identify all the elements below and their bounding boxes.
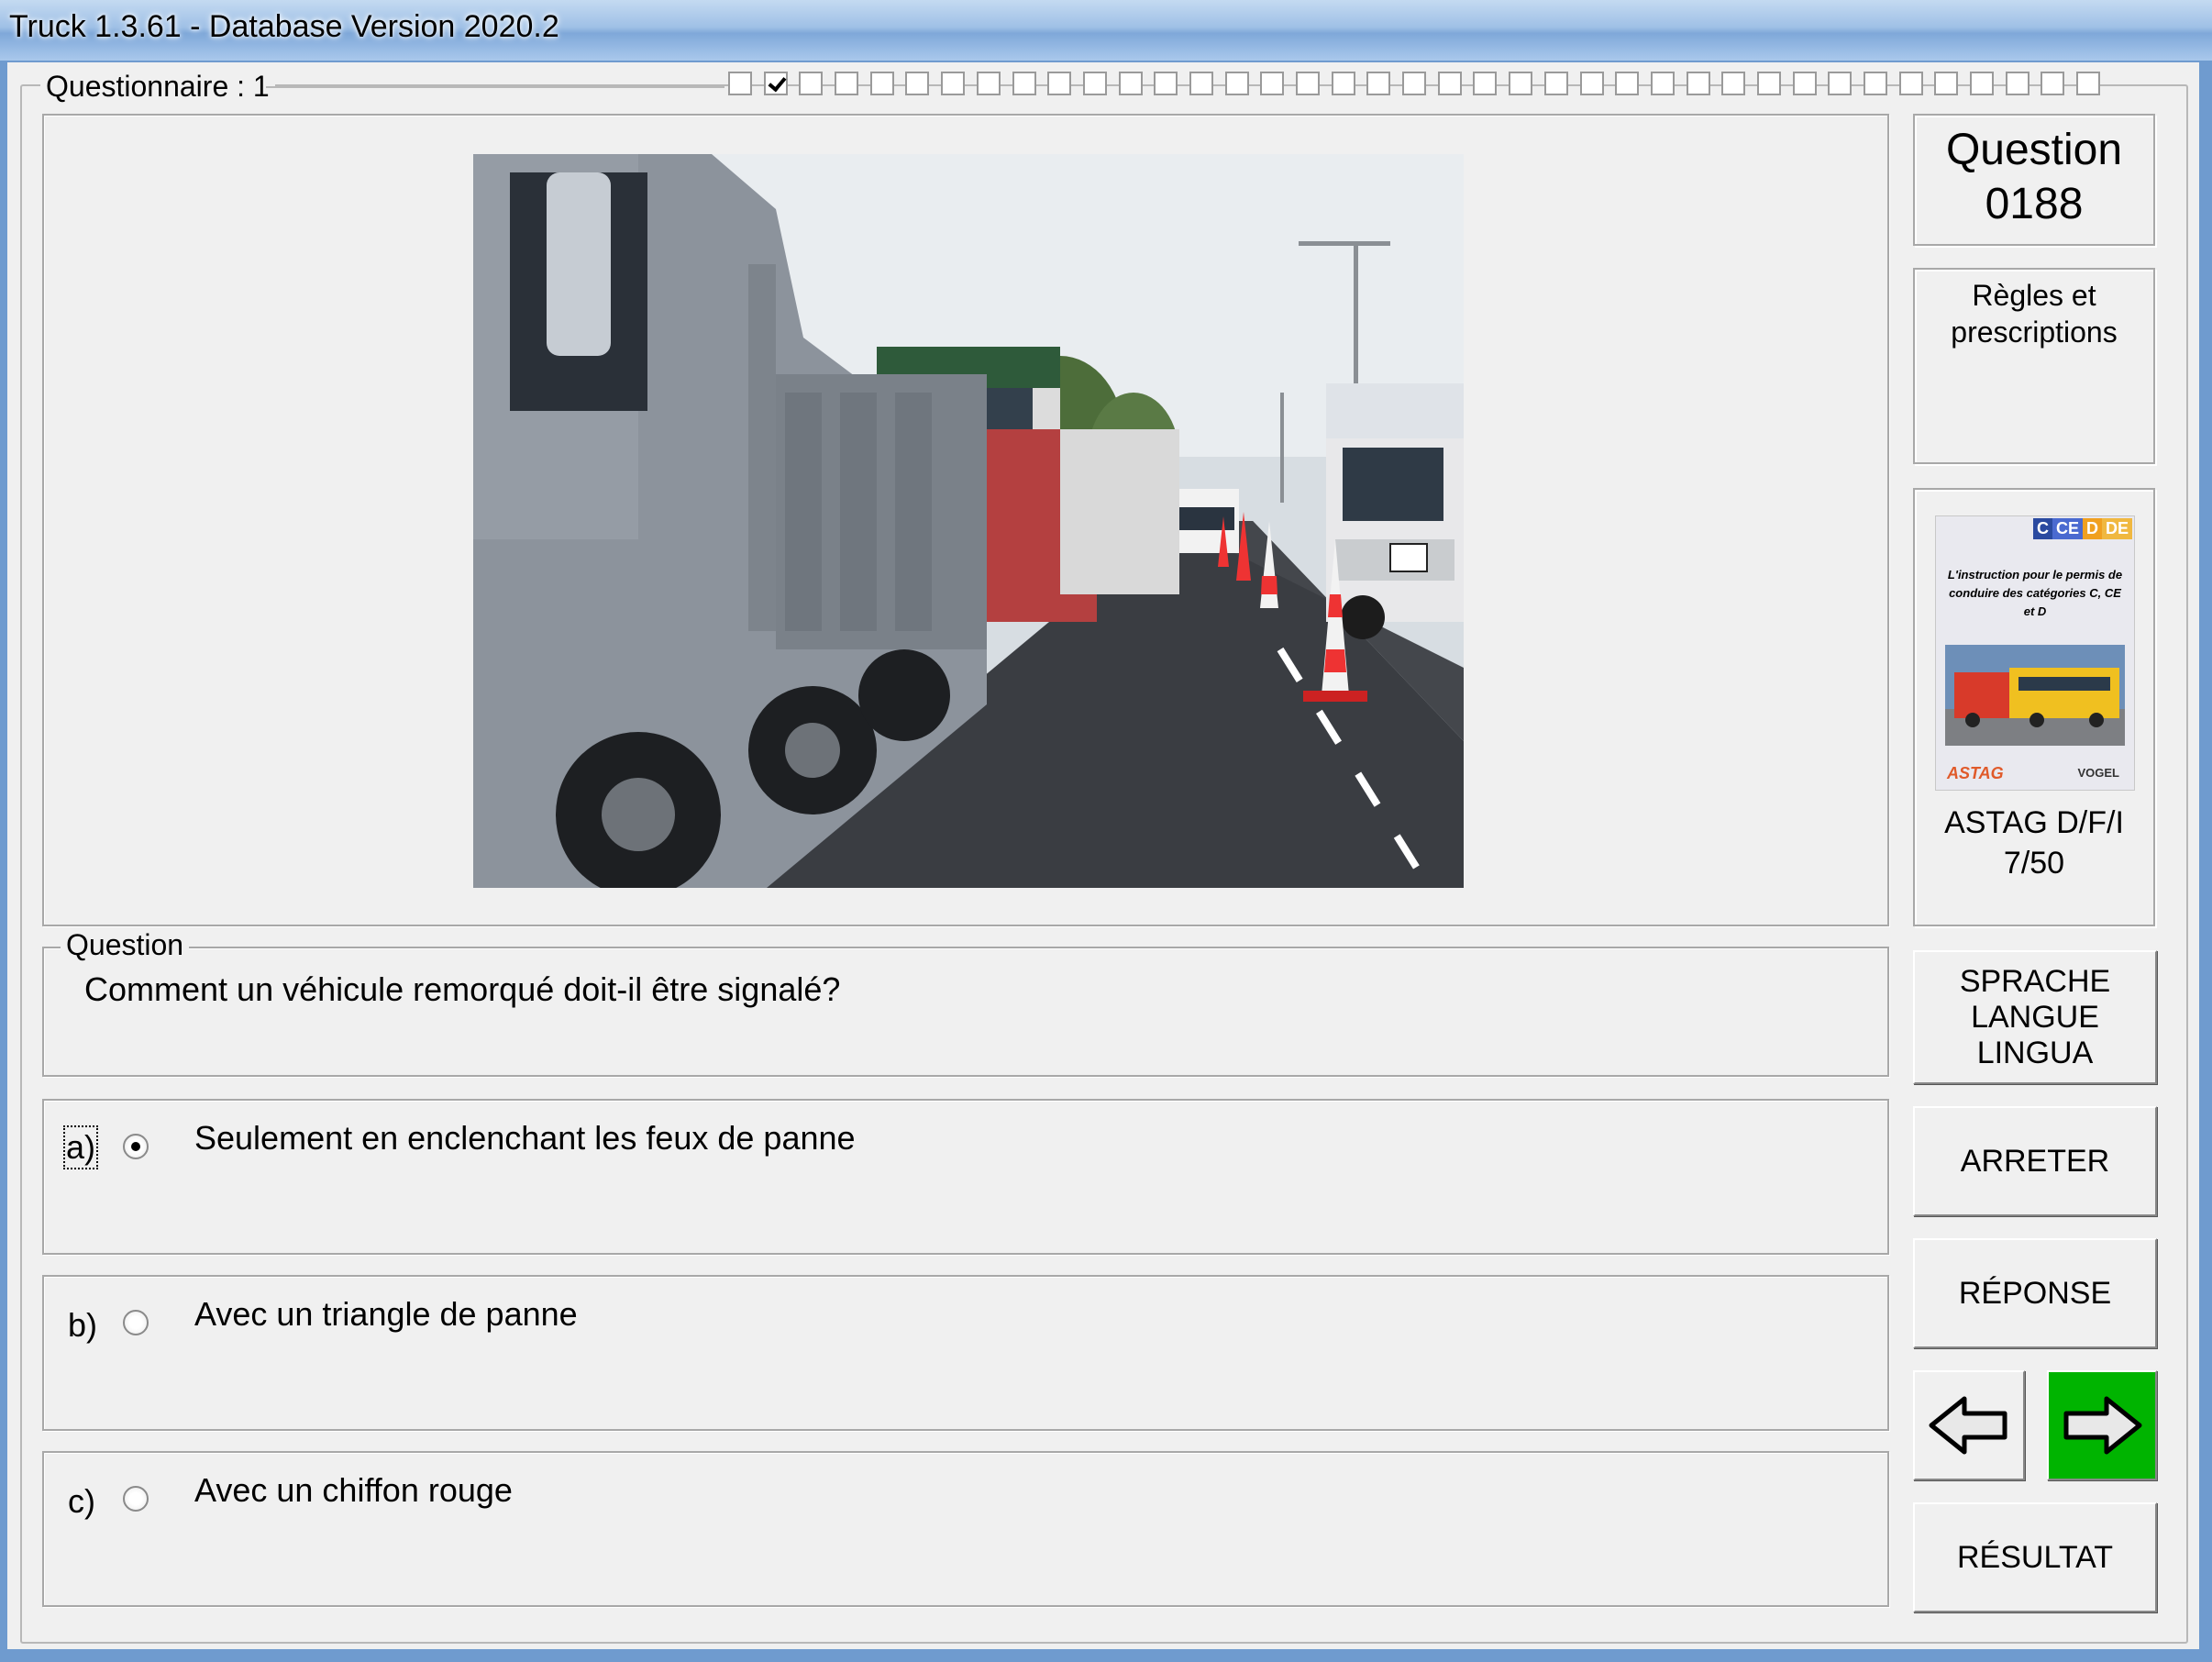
question-box-label: Question [61, 928, 190, 962]
book-bus-illustration [1945, 645, 2125, 746]
progress-checkbox [1189, 72, 1213, 95]
progress-checkbox [1543, 72, 1568, 95]
progress-checkbox [1721, 72, 1746, 95]
answer-c-text[interactable]: Avec un chiffon rouge [194, 1471, 513, 1510]
question-box [42, 947, 1889, 1077]
progress-checkbox [1579, 72, 1604, 95]
progress-checkbox [1047, 72, 1072, 95]
book-badge-de: DE [2101, 518, 2132, 539]
progress-checkbox [1082, 72, 1107, 95]
stop-button[interactable]: ARRETER [1913, 1106, 2157, 1216]
source-page: 7/50 [2003, 846, 2065, 881]
progress-checkbox [1898, 72, 1923, 95]
progress-checkbox [941, 72, 966, 95]
book-badge-c: C [2032, 518, 2052, 539]
question-number-box: Question 0188 [1913, 114, 2155, 246]
answer-a-letter[interactable]: a) [62, 1125, 99, 1169]
progress-checkbox [1934, 72, 1959, 95]
progress-checkbox [1473, 72, 1498, 95]
progress-checkbox [1402, 72, 1427, 95]
progress-checkbox [1437, 72, 1462, 95]
language-button[interactable]: SPRACHE LANGUE LINGUA [1913, 950, 2157, 1084]
progress-checkbox [1509, 72, 1533, 95]
window-title: Truck 1.3.61 - Database Version 2020.2 [9, 9, 559, 44]
book-badge-ce: CE [2052, 518, 2083, 539]
previous-button[interactable] [1913, 1370, 2025, 1480]
answer-a-text[interactable]: Seulement en enclenchant les feux de pan… [194, 1119, 856, 1158]
book-publisher-logo: ASTAG [1947, 764, 2004, 782]
answer-b-radio[interactable] [123, 1310, 149, 1335]
progress-checkbox [1828, 72, 1853, 95]
progress-checkbox [2041, 72, 2065, 95]
progress-checkbox [1615, 72, 1640, 95]
question-number: 0188 [1985, 180, 2084, 228]
progress-checkbox [869, 72, 894, 95]
questionnaire-label: Questionnaire : 1 [40, 70, 275, 104]
title-bar[interactable]: Truck 1.3.61 - Database Version 2020.2 [0, 0, 2212, 61]
progress-checkbox [2076, 72, 2101, 95]
progress-checkbox [835, 72, 859, 95]
answer-button[interactable]: RÉPONSE [1913, 1238, 2157, 1348]
category-label: Règles et prescriptions [1951, 279, 2118, 349]
progress-checkbox [1296, 72, 1320, 95]
progress-checkbox [1864, 72, 1887, 95]
progress-checkbox [1650, 72, 1675, 95]
answer-c-radio[interactable] [123, 1486, 149, 1512]
progress-checkbox [1012, 72, 1036, 95]
progress-checkbox [1792, 72, 1817, 95]
question-title: Question [1945, 126, 2123, 174]
progress-checkbox [2005, 72, 2030, 95]
progress-checkbox [728, 72, 752, 95]
progress-checkbox [1118, 72, 1143, 95]
arrow-left-icon [1929, 1396, 2007, 1455]
question-photo [473, 154, 1464, 888]
progress-checkbox [1224, 72, 1249, 95]
progress-checkbox [1366, 72, 1391, 95]
result-button[interactable]: RÉSULTAT [1913, 1502, 2157, 1612]
answer-b-text[interactable]: Avec un triangle de panne [194, 1295, 578, 1334]
progress-checkbox [1970, 72, 1995, 95]
arrow-right-icon [2063, 1396, 2142, 1455]
group-divider [266, 86, 724, 88]
next-button[interactable] [2047, 1370, 2157, 1480]
progress-checkbox [1686, 72, 1710, 95]
book-description: L'instruction pour le permis de conduire… [1947, 568, 2123, 618]
answer-b-letter[interactable]: b) [68, 1306, 97, 1345]
question-progress-strip [728, 72, 2112, 95]
book-brand-logo: VOGEL [2077, 766, 2119, 780]
question-text: Comment un véhicule remorqué doit-il êtr… [84, 970, 841, 1008]
book-badge-d: D [2082, 518, 2102, 539]
category-box: Règles et prescriptions [1913, 268, 2155, 464]
progress-checkbox [1154, 72, 1178, 95]
book-cover-image: C CE D DE L'instruction pour le permis d… [1935, 515, 2135, 791]
source-label: ASTAG D/F/I [1944, 805, 2124, 840]
progress-checkbox [799, 72, 824, 95]
progress-checkbox [1260, 72, 1285, 95]
answer-a-radio[interactable] [123, 1134, 149, 1159]
progress-checkbox [1331, 72, 1355, 95]
progress-checkbox [763, 72, 788, 95]
answer-c-letter[interactable]: c) [68, 1482, 95, 1521]
progress-checkbox [1756, 72, 1781, 95]
progress-checkbox [976, 72, 1001, 95]
progress-checkbox [905, 72, 930, 95]
